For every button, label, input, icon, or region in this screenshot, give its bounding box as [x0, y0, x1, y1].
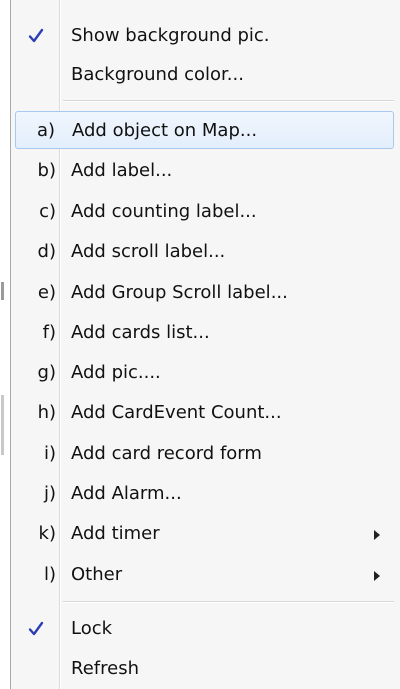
- menu-item-key: f): [42, 322, 56, 343]
- menu-item-key: i): [43, 443, 56, 464]
- menu-item-key: c): [39, 201, 56, 222]
- menu-item-label: Add card record form: [71, 443, 262, 464]
- menu-item-key: g): [37, 362, 56, 383]
- menu-separator: [63, 100, 394, 102]
- context-menu: Show background pic. Background color...…: [10, 0, 400, 689]
- menu-item-add-label[interactable]: b) Add label...: [15, 152, 394, 190]
- menu-item-label: Add object on Map...: [72, 120, 258, 141]
- background-mark: [1, 395, 4, 455]
- background-mark: [1, 282, 4, 300]
- menu-item-key: e): [37, 282, 56, 303]
- menu-item-key: h): [37, 402, 56, 423]
- menu-item-label: Lock: [71, 618, 113, 639]
- menu-item-add-object-on-map[interactable]: a) Add object on Map...: [15, 111, 394, 149]
- menu-item-add-cards-list[interactable]: f) Add cards list...: [15, 314, 394, 352]
- menu-item-key: l): [43, 564, 56, 585]
- menu-item-show-background-pic[interactable]: Show background pic.: [15, 17, 394, 55]
- menu-item-label: Refresh: [71, 658, 139, 679]
- menu-item-label: Add Group Scroll label...: [71, 282, 288, 303]
- menu-item-label: Add counting label...: [71, 201, 257, 222]
- menu-item-add-counting-label[interactable]: c) Add counting label...: [15, 193, 394, 231]
- menu-item-label: Add Alarm...: [71, 483, 182, 504]
- menu-item-label: Show background pic.: [71, 25, 270, 46]
- menu-item-add-pic[interactable]: g) Add pic....: [15, 354, 394, 392]
- menu-item-add-cardevent-count[interactable]: h) Add CardEvent Count...: [15, 394, 394, 432]
- menu-item-label: Add timer: [71, 523, 160, 544]
- menu-item-refresh[interactable]: Refresh: [15, 650, 394, 688]
- menu-item-label: Add CardEvent Count...: [71, 402, 282, 423]
- menu-item-key: d): [37, 241, 56, 262]
- submenu-arrow-icon: [374, 571, 380, 581]
- menu-item-label: Add label...: [71, 160, 173, 181]
- checkmark-icon: [23, 616, 49, 642]
- menu-item-label: Add cards list...: [71, 322, 210, 343]
- menu-separator: [63, 601, 394, 603]
- menu-item-key: b): [37, 160, 56, 181]
- menu-item-add-scroll-label[interactable]: d) Add scroll label...: [15, 233, 394, 271]
- menu-item-label: Add pic....: [71, 362, 161, 383]
- menu-item-key: a): [36, 120, 55, 141]
- menu-item-key: j): [43, 483, 56, 504]
- menu-item-background-color[interactable]: Background color...: [15, 56, 394, 94]
- menu-item-add-alarm[interactable]: j) Add Alarm...: [15, 475, 394, 513]
- menu-item-label: Add scroll label...: [71, 241, 226, 262]
- menu-item-label: Background color...: [71, 64, 244, 85]
- menu-item-other[interactable]: l) Other: [15, 556, 394, 594]
- menu-item-add-card-record-form[interactable]: i) Add card record form: [15, 435, 394, 473]
- submenu-arrow-icon: [374, 530, 380, 540]
- menu-item-label: Other: [71, 564, 123, 585]
- menu-item-add-group-scroll-label[interactable]: e) Add Group Scroll label...: [15, 274, 394, 312]
- menu-item-lock[interactable]: Lock: [15, 610, 394, 648]
- menu-item-key: k): [38, 523, 56, 544]
- menu-item-add-timer[interactable]: k) Add timer: [15, 515, 394, 553]
- checkmark-icon: [23, 23, 49, 49]
